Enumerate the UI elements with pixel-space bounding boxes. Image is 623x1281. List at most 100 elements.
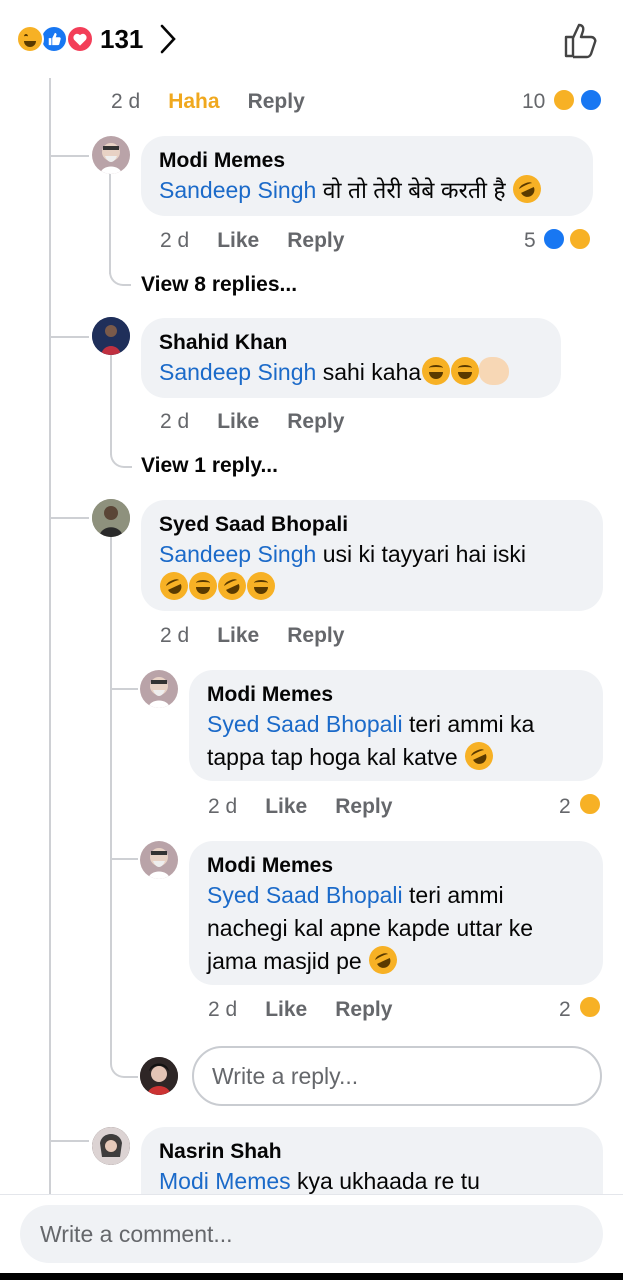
comment-time: 2 d bbox=[160, 229, 190, 252]
haha-icon bbox=[578, 792, 602, 816]
comment-text: Sandeep Singh usi ki tayyari hai iski bbox=[155, 538, 585, 605]
joy-emoji bbox=[422, 357, 451, 385]
thread-branch bbox=[51, 336, 89, 338]
reply-button[interactable]: Reply bbox=[335, 998, 392, 1021]
rofl-emoji bbox=[364, 941, 402, 979]
reply-input[interactable]: Write a reply... bbox=[192, 1046, 602, 1106]
rofl-emoji bbox=[460, 737, 498, 775]
comment-time: 2 d bbox=[208, 998, 238, 1021]
joy-emoji bbox=[189, 572, 217, 600]
avatar[interactable] bbox=[92, 499, 130, 537]
comment-time: 2 d bbox=[160, 410, 190, 433]
mention-link[interactable]: Sandeep Singh bbox=[159, 177, 316, 203]
comment-bubble: Shahid Khan Sandeep Singh sahi kaha bbox=[141, 318, 561, 398]
mention-link[interactable]: Syed Saad Bhopali bbox=[207, 711, 403, 737]
system-nav-bar bbox=[0, 1273, 623, 1280]
comment-time: 2 d bbox=[208, 795, 238, 818]
thread-branch bbox=[109, 258, 131, 286]
comment-composer: Write a comment... bbox=[0, 1194, 623, 1281]
reply-button[interactable]: Reply bbox=[287, 410, 344, 433]
like-button[interactable]: Like bbox=[217, 410, 259, 433]
like-button[interactable]: Like bbox=[217, 624, 259, 647]
comment-meta: 2 d Like Reply bbox=[160, 229, 372, 253]
reaction-count[interactable]: 131 bbox=[100, 24, 143, 55]
reactions-header[interactable]: 131 bbox=[0, 0, 623, 78]
comment-body: kya ukhaada re tu bbox=[290, 1168, 480, 1194]
comment-text: Syed Saad Bhopali teri ammi ka tappa tap… bbox=[207, 708, 585, 775]
comment-reaction-count[interactable]: 2 bbox=[559, 998, 571, 1022]
comment-body: sahi kaha bbox=[316, 359, 422, 385]
mention-link[interactable]: Modi Memes bbox=[159, 1168, 291, 1194]
comment-reaction-count[interactable]: 5 bbox=[524, 229, 536, 253]
comment-meta: 2 d Haha Reply bbox=[111, 90, 333, 114]
rofl-emoji bbox=[155, 567, 193, 605]
joy-emoji bbox=[451, 357, 480, 385]
view-replies-link[interactable]: View 1 reply... bbox=[141, 454, 278, 478]
comment-author[interactable]: Modi Memes bbox=[207, 682, 585, 708]
thread-branch bbox=[110, 1050, 138, 1078]
view-replies-link[interactable]: View 8 replies... bbox=[141, 273, 297, 297]
thread-branch bbox=[112, 858, 138, 860]
comment-meta: 2 d Like Reply bbox=[208, 998, 420, 1022]
comment-author[interactable]: Nasrin Shah bbox=[159, 1139, 585, 1165]
haha-icon bbox=[578, 995, 602, 1019]
mention-link[interactable]: Sandeep Singh bbox=[159, 359, 316, 385]
comment-meta: 2 d Like Reply bbox=[160, 410, 372, 434]
comment-bubble: Modi Memes Sandeep Singh वो तो तेरी बेबे… bbox=[141, 136, 593, 216]
thread-branch bbox=[51, 1140, 89, 1142]
comment-meta: 2 d Like Reply bbox=[208, 795, 420, 819]
haha-reaction-label[interactable]: Haha bbox=[168, 90, 219, 113]
like-button[interactable]: Like bbox=[265, 795, 307, 818]
like-icon bbox=[542, 227, 566, 251]
like-button[interactable]: Like bbox=[217, 229, 259, 252]
like-icon bbox=[40, 25, 68, 53]
reply-button[interactable]: Reply bbox=[287, 229, 344, 252]
thread-branch bbox=[51, 155, 89, 157]
comment-text: Syed Saad Bhopali teri ammi nachegi kal … bbox=[207, 879, 585, 979]
like-button[interactable]: Like bbox=[265, 998, 307, 1021]
mention-link[interactable]: Syed Saad Bhopali bbox=[207, 882, 403, 908]
avatar[interactable] bbox=[92, 136, 130, 174]
comment-time: 2 d bbox=[160, 624, 190, 647]
comment-body: usi ki tayyari hai iski bbox=[316, 541, 526, 567]
like-icon bbox=[579, 88, 603, 112]
avatar[interactable] bbox=[92, 1127, 130, 1165]
thread-line bbox=[49, 78, 51, 1196]
thread-line bbox=[110, 536, 112, 1056]
comment-author[interactable]: Syed Saad Bhopali bbox=[159, 512, 585, 538]
comment-meta: 2 d Like Reply bbox=[160, 624, 372, 648]
comment-bubble: Syed Saad Bhopali Sandeep Singh usi ki t… bbox=[141, 500, 603, 611]
comment-time: 2 d bbox=[111, 90, 141, 113]
comment-input[interactable]: Write a comment... bbox=[20, 1205, 603, 1263]
reply-button[interactable]: Reply bbox=[335, 795, 392, 818]
comment-text: Sandeep Singh वो तो तेरी बेबे करती है bbox=[159, 170, 575, 208]
rofl-emoji bbox=[508, 170, 546, 208]
comment-reaction-count[interactable]: 2 bbox=[559, 795, 571, 819]
haha-icon bbox=[568, 227, 592, 251]
avatar[interactable] bbox=[140, 670, 178, 708]
avatar bbox=[140, 1057, 178, 1095]
reply-button[interactable]: Reply bbox=[248, 90, 305, 113]
comment-author[interactable]: Modi Memes bbox=[159, 148, 575, 174]
chevron-right-icon[interactable] bbox=[155, 22, 181, 56]
avatar[interactable] bbox=[92, 317, 130, 355]
clap-emoji bbox=[479, 357, 510, 385]
comment-author[interactable]: Shahid Khan bbox=[159, 330, 543, 356]
comment-author[interactable]: Modi Memes bbox=[207, 853, 585, 879]
haha-icon bbox=[552, 88, 576, 112]
comment-reaction-count[interactable]: 10 bbox=[522, 90, 545, 114]
reply-button[interactable]: Reply bbox=[287, 624, 344, 647]
reply-bubble: Modi Memes Syed Saad Bhopali teri ammi k… bbox=[189, 670, 603, 781]
mention-link[interactable]: Sandeep Singh bbox=[159, 541, 316, 567]
comment-body: वो तो तेरी बेबे करती है bbox=[316, 177, 506, 203]
rofl-emoji bbox=[213, 567, 251, 605]
thread-branch bbox=[110, 440, 132, 468]
joy-emoji bbox=[247, 572, 275, 600]
thread-branch bbox=[112, 688, 138, 690]
love-icon bbox=[66, 25, 94, 53]
reply-bubble: Modi Memes Syed Saad Bhopali teri ammi n… bbox=[189, 841, 603, 985]
like-outline-icon[interactable] bbox=[560, 20, 600, 60]
avatar[interactable] bbox=[140, 841, 178, 879]
comment-text: Sandeep Singh sahi kaha bbox=[159, 356, 543, 389]
haha-icon bbox=[16, 25, 44, 53]
